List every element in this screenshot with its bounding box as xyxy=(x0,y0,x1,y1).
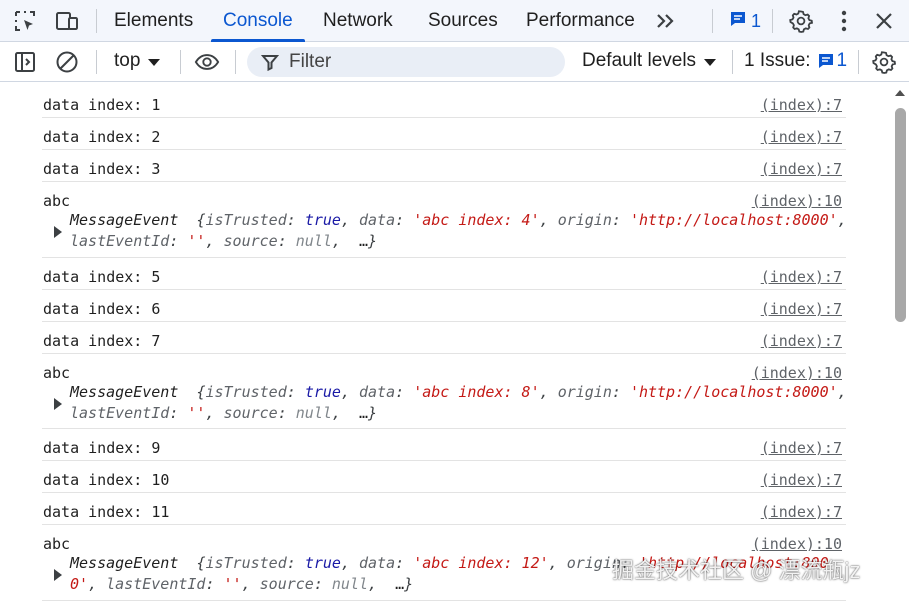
chevron-double-right-icon[interactable] xyxy=(653,8,679,34)
scrollbar-thumb[interactable] xyxy=(895,108,906,322)
console-message-event: abc (index):10 MessageEvent {isTrusted: … xyxy=(42,354,847,429)
message-text: abc xyxy=(43,364,71,382)
object-preview-line-2[interactable]: lastEventId: '', source: null, …} xyxy=(70,232,377,250)
source-link[interactable]: (index):7 xyxy=(761,503,842,521)
tabbar-divider xyxy=(712,9,713,33)
message-text: data index: 9 xyxy=(43,439,161,457)
tab-elements[interactable]: Elements xyxy=(114,0,193,42)
kebab-menu-icon[interactable] xyxy=(831,8,857,34)
console-scrollbar[interactable] xyxy=(891,82,909,601)
context-selector[interactable]: top xyxy=(114,50,161,72)
message-text: data index: 1 xyxy=(43,96,161,114)
object-preview-line-1[interactable]: MessageEvent {isTrusted: true, data: 'ab… xyxy=(70,383,847,401)
context-label: top xyxy=(114,50,141,71)
close-icon[interactable] xyxy=(871,8,897,34)
filter-icon xyxy=(261,53,279,71)
source-link[interactable]: (index):10 xyxy=(752,192,842,210)
filter-box[interactable] xyxy=(247,47,565,77)
issues-count: 1 xyxy=(836,50,848,71)
toolbar-divider xyxy=(235,50,236,74)
caret-down-icon xyxy=(148,58,161,66)
device-toolbar-icon[interactable] xyxy=(54,8,80,34)
source-link[interactable]: (index):7 xyxy=(761,332,842,350)
source-link[interactable]: (index):7 xyxy=(761,471,842,489)
filter-input[interactable] xyxy=(287,50,551,74)
console-message: data index: 11 (index):7 xyxy=(42,493,846,525)
expand-triangle-icon[interactable] xyxy=(54,398,62,410)
toolbar-divider xyxy=(858,50,859,74)
source-link[interactable]: (index):10 xyxy=(752,535,842,553)
tab-network[interactable]: Network xyxy=(323,0,393,42)
console-message: data index: 1 (index):7 xyxy=(42,86,846,118)
tabbar-divider xyxy=(772,9,773,33)
console-message: data index: 9 (index):7 xyxy=(42,429,846,461)
messages-badge[interactable]: 1 xyxy=(729,10,761,32)
toolbar-divider xyxy=(732,50,733,74)
inspect-element-icon[interactable] xyxy=(12,8,38,34)
toolbar-divider xyxy=(180,50,181,74)
message-text: data index: 2 xyxy=(43,128,161,146)
message-text: data index: 5 xyxy=(43,268,161,286)
source-link[interactable]: (index):7 xyxy=(761,300,842,318)
log-levels-label: Default levels xyxy=(582,50,697,71)
console-message: data index: 2 (index):7 xyxy=(42,118,846,150)
console-message: data index: 7 (index):7 xyxy=(42,322,846,354)
message-text: data index: 3 xyxy=(43,160,161,178)
message-text: data index: 10 xyxy=(43,471,170,489)
issues-label: 1 Issue: xyxy=(744,50,811,71)
expand-triangle-icon[interactable] xyxy=(54,226,62,238)
console-output: data index: 1 (index):7 data index: 2 (i… xyxy=(0,82,890,601)
message-text: data index: 6 xyxy=(43,300,161,318)
clear-console-icon[interactable] xyxy=(54,49,80,75)
message-icon xyxy=(817,52,835,70)
tabbar-divider xyxy=(96,9,97,33)
source-link[interactable]: (index):7 xyxy=(761,439,842,457)
console-message: data index: 10 (index):7 xyxy=(42,461,846,493)
console-toolbar: top Default levels 1 Issue: 1 xyxy=(0,42,909,82)
console-message: data index: 6 (index):7 xyxy=(42,290,846,322)
object-preview-line-1[interactable]: MessageEvent {isTrusted: true, data: 'ab… xyxy=(70,211,847,229)
expand-triangle-icon[interactable] xyxy=(54,569,62,581)
tab-performance[interactable]: Performance xyxy=(526,0,635,42)
source-link[interactable]: (index):7 xyxy=(761,128,842,146)
messages-count: 1 xyxy=(751,10,762,31)
scroll-up-arrow-icon[interactable] xyxy=(895,90,905,96)
toolbar-divider xyxy=(96,50,97,74)
console-message-event: abc (index):10 MessageEvent {isTrusted: … xyxy=(42,182,847,258)
log-levels-dropdown[interactable]: Default levels xyxy=(582,50,717,72)
message-text: abc xyxy=(43,192,71,210)
devtools-tabbar: Elements Console Network Sources Perform… xyxy=(0,0,909,42)
source-link[interactable]: (index):7 xyxy=(761,268,842,286)
sidebar-toggle-icon[interactable] xyxy=(12,49,38,75)
issues-button[interactable]: 1 Issue: 1 xyxy=(744,50,847,72)
tab-console[interactable]: Console xyxy=(211,0,305,42)
tab-sources[interactable]: Sources xyxy=(428,0,498,42)
eye-icon[interactable] xyxy=(194,49,220,75)
source-link[interactable]: (index):7 xyxy=(761,160,842,178)
caret-down-icon xyxy=(704,58,717,66)
message-icon xyxy=(729,10,747,33)
source-link[interactable]: (index):10 xyxy=(752,364,842,382)
message-text: data index: 7 xyxy=(43,332,161,350)
object-preview-line-2[interactable]: 0', lastEventId: '', source: null, …} xyxy=(70,575,413,593)
console-message: data index: 5 (index):7 xyxy=(42,258,846,290)
gear-icon[interactable] xyxy=(871,49,897,75)
message-text: abc xyxy=(43,535,71,553)
watermark: 掘金技术社区 @ 漂流瓶jz xyxy=(612,558,861,583)
gear-icon[interactable] xyxy=(788,8,814,34)
console-message: data index: 3 (index):7 xyxy=(42,150,846,182)
source-link[interactable]: (index):7 xyxy=(761,96,842,114)
object-preview-line-2[interactable]: lastEventId: '', source: null, …} xyxy=(70,404,377,422)
message-text: data index: 11 xyxy=(43,503,170,521)
